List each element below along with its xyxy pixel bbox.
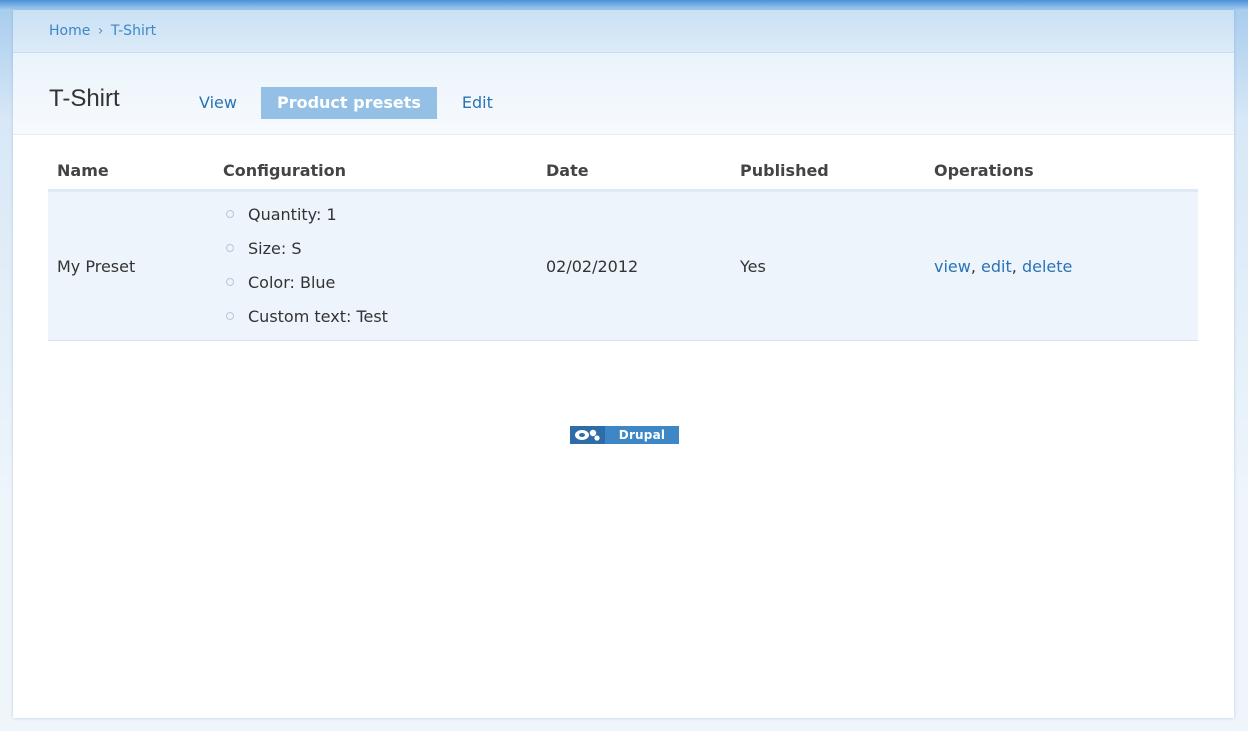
configuration-item: Quantity: 1 bbox=[223, 198, 528, 232]
column-header-operations: Operations bbox=[925, 155, 1198, 192]
page-header: T-Shirt View Product presets Edit bbox=[13, 53, 1234, 135]
powered-by-drupal-badge[interactable]: Drupal bbox=[570, 426, 679, 444]
configuration-list: Quantity: 1 Size: S Color: Blue Custom t… bbox=[223, 198, 528, 334]
preset-date-cell: 02/02/2012 bbox=[537, 190, 731, 341]
breadcrumb-current-link[interactable]: T-Shirt bbox=[111, 23, 156, 39]
presets-table: Name Configuration Date Published Operat… bbox=[48, 155, 1198, 341]
configuration-item: Color: Blue bbox=[223, 266, 528, 300]
configuration-item-text: Size: S bbox=[248, 239, 302, 258]
preset-operations-cell: view, edit, delete bbox=[925, 190, 1198, 341]
configuration-item-text: Color: Blue bbox=[248, 273, 336, 292]
column-header-name[interactable]: Name bbox=[48, 155, 214, 192]
preset-published-cell: Yes bbox=[731, 190, 925, 341]
tab-edit[interactable]: Edit bbox=[462, 87, 493, 119]
bullet-icon bbox=[226, 278, 234, 286]
column-header-published[interactable]: Published bbox=[731, 155, 925, 192]
drupal-label: Drupal bbox=[605, 426, 679, 444]
configuration-item: Size: S bbox=[223, 232, 528, 266]
operations-separator: , bbox=[1011, 256, 1017, 276]
table-header-row: Name Configuration Date Published Operat… bbox=[48, 155, 1198, 192]
column-header-date[interactable]: Date bbox=[537, 155, 731, 192]
tab-product-presets[interactable]: Product presets bbox=[260, 87, 437, 119]
table-row: My Preset Quantity: 1 Size: S Color: Blu… bbox=[48, 190, 1198, 341]
configuration-item: Custom text: Test bbox=[223, 300, 528, 334]
page-container: Home › T-Shirt T-Shirt View Product pres… bbox=[13, 10, 1234, 718]
breadcrumb: Home › T-Shirt bbox=[13, 10, 1234, 53]
drupal-drop-icon bbox=[570, 426, 605, 444]
edit-link[interactable]: edit bbox=[981, 257, 1012, 276]
delete-link[interactable]: delete bbox=[1022, 257, 1072, 276]
page-title: T-Shirt bbox=[49, 85, 120, 112]
tab-view[interactable]: View bbox=[199, 87, 237, 119]
operations-separator: , bbox=[970, 256, 976, 276]
configuration-item-text: Quantity: 1 bbox=[248, 205, 337, 224]
preset-configuration-cell: Quantity: 1 Size: S Color: Blue Custom t… bbox=[214, 190, 537, 341]
bullet-icon bbox=[226, 244, 234, 252]
tabs: View Product presets Edit bbox=[185, 87, 493, 119]
bullet-icon bbox=[226, 210, 234, 218]
breadcrumb-home-link[interactable]: Home bbox=[49, 23, 90, 39]
preset-name-cell: My Preset bbox=[48, 190, 214, 341]
bullet-icon bbox=[226, 312, 234, 320]
configuration-item-text: Custom text: Test bbox=[248, 307, 388, 326]
column-header-configuration: Configuration bbox=[214, 155, 537, 192]
view-link[interactable]: view bbox=[934, 257, 971, 276]
breadcrumb-separator: › bbox=[97, 23, 104, 39]
